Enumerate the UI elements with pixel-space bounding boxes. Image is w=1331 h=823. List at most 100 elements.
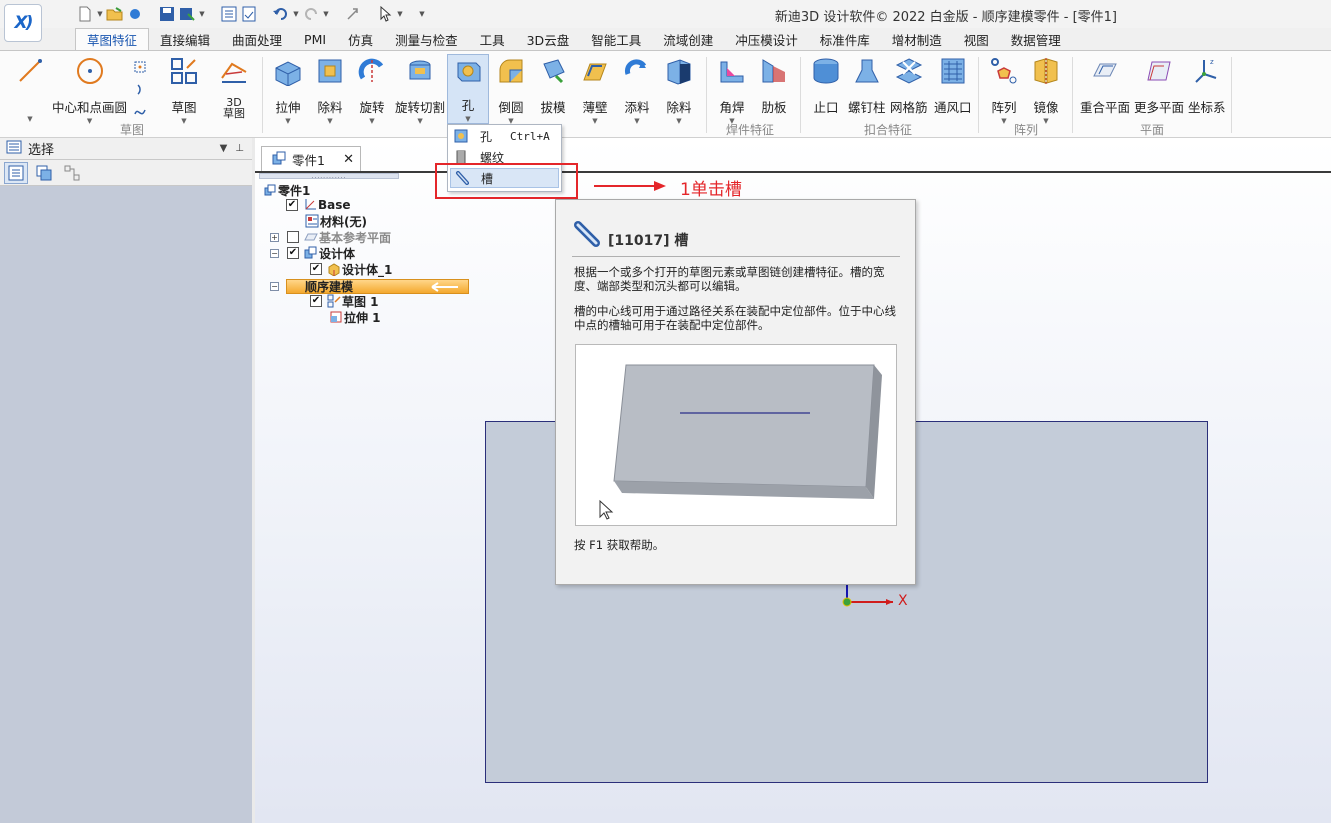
left-panel: 选择 ▼ ⊥: [0, 138, 252, 823]
options-icon[interactable]: [126, 5, 144, 23]
tab-direct-edit[interactable]: 直接编辑: [149, 28, 221, 50]
redo-dropdown[interactable]: ▼: [322, 5, 330, 23]
checkbox[interactable]: ✔: [310, 295, 322, 307]
fillet-weld-button[interactable]: 角焊 ▼: [716, 55, 748, 125]
hole-icon: [450, 129, 472, 143]
menu-item-hole[interactable]: 孔 Ctrl+A: [450, 126, 559, 146]
pattern-button[interactable]: 阵列 ▼: [988, 55, 1020, 125]
line-button[interactable]: ▼: [14, 55, 46, 123]
collapse-icon[interactable]: −: [270, 281, 279, 291]
draft-button[interactable]: 拔模: [537, 55, 569, 116]
tab-stamping-die[interactable]: 冲压模设计: [724, 28, 809, 50]
select-dropdown[interactable]: ▼: [396, 5, 404, 23]
3d-sketch-button[interactable]: 3D 草图: [218, 55, 250, 119]
window-title: 新迪3D 设计软件© 2022 白金版 - 顺序建模零件 - [零件1]: [774, 10, 1117, 25]
pin-icon[interactable]: ⊥: [235, 143, 244, 154]
tab-flow-create[interactable]: 流域创建: [652, 28, 724, 50]
tab-smart-tools[interactable]: 智能工具: [580, 28, 652, 50]
tab-inspect[interactable]: 测量与检查: [384, 28, 469, 50]
tree-label: 零件1: [278, 183, 311, 198]
vent-button[interactable]: 通风口: [934, 55, 972, 116]
tab-simulation[interactable]: 仿真: [337, 28, 384, 50]
tab-pmi[interactable]: PMI: [293, 28, 337, 50]
csys-button[interactable]: z 坐标系: [1188, 55, 1226, 116]
checkbox[interactable]: [287, 231, 299, 243]
curve-icon[interactable]: [132, 103, 148, 119]
tree-item-design-body-1[interactable]: ✔ 设计体_1: [310, 261, 392, 277]
close-icon[interactable]: ✕: [343, 152, 354, 167]
extrude-button[interactable]: 拉伸 ▼: [272, 55, 304, 125]
thin-wall-button[interactable]: 薄壁 ▼: [579, 55, 611, 125]
part-doc-icon: [272, 151, 286, 168]
panel-menu-icon[interactable]: ▼: [220, 143, 228, 154]
cut-button[interactable]: 除料 ▼: [314, 55, 346, 125]
feature-tree-icon[interactable]: [4, 161, 28, 184]
remove-button[interactable]: 除料 ▼: [663, 55, 695, 125]
coincident-plane-icon: [1089, 55, 1121, 87]
rib-button[interactable]: 肋板: [758, 55, 790, 116]
select-arrow-icon[interactable]: [376, 5, 394, 23]
tree-item-sequential[interactable]: − 顺序建模: [270, 278, 353, 294]
lip-button[interactable]: 止口: [810, 55, 842, 116]
tab-additive[interactable]: 增材制造: [881, 28, 953, 50]
arc-icon[interactable]: [132, 81, 148, 97]
tooltip-description: 根据一个或多个打开的草图元素或草图链创建槽特征。槽的宽度、端部类型和沉头都可以编…: [574, 265, 885, 293]
tab-sketch-features[interactable]: 草图特征: [75, 28, 150, 50]
splitter-handle[interactable]: ............: [259, 173, 399, 180]
round-icon: [495, 55, 527, 87]
tab-3d-cloud[interactable]: 3D云盘: [516, 28, 581, 50]
save-icon[interactable]: [158, 5, 176, 23]
tab-data-management[interactable]: 数据管理: [1000, 28, 1072, 50]
tree-item-extrude-1[interactable]: 拉伸 1: [328, 309, 381, 325]
layers-icon[interactable]: [32, 162, 56, 184]
checkbox[interactable]: ✔: [286, 199, 298, 211]
save-dropdown[interactable]: ▼: [198, 5, 206, 23]
customize-qat-icon[interactable]: ▼: [418, 5, 426, 23]
annotation-highlight-box: [435, 163, 578, 199]
tree-item-design-body[interactable]: − ✔ 设计体: [270, 245, 355, 261]
app-logo[interactable]: X): [4, 4, 42, 42]
relationship-icon[interactable]: [60, 162, 84, 184]
tree-item-ref-planes[interactable]: + 基本参考平面: [270, 229, 391, 245]
tab-tools[interactable]: 工具: [469, 28, 516, 50]
repeat-icon[interactable]: [344, 5, 362, 23]
mirror-icon: [1030, 55, 1062, 87]
undo-icon[interactable]: [272, 5, 290, 23]
sketch-button[interactable]: 草图 ▼: [168, 55, 200, 125]
revolve-cut-button[interactable]: 旋转切割 ▼: [395, 55, 445, 125]
slot-tooltip: [11017] 槽 根据一个或多个打开的草图元素或草图链创建槽特征。槽的宽度、端…: [555, 199, 916, 585]
undo-dropdown[interactable]: ▼: [292, 5, 300, 23]
new-icon[interactable]: [76, 5, 94, 23]
more-planes-button[interactable]: 更多平面: [1134, 55, 1184, 116]
round-button[interactable]: 倒圆 ▼: [495, 55, 527, 125]
checkbox[interactable]: ✔: [310, 263, 322, 275]
tree-item-sketch-1[interactable]: ✔ 草图 1: [310, 293, 379, 309]
save-as-icon[interactable]: [178, 5, 196, 23]
group-label-weld: 焊件特征: [726, 123, 775, 137]
add-button[interactable]: 添料 ▼: [621, 55, 653, 125]
tab-surfacing[interactable]: 曲面处理: [221, 28, 293, 50]
new-dropdown[interactable]: ▼: [96, 5, 104, 23]
tree-item-material[interactable]: 材料(无): [304, 213, 367, 229]
axis-triad: X: [840, 584, 920, 612]
tab-view[interactable]: 视图: [953, 28, 1000, 50]
checklist-icon[interactable]: [240, 5, 258, 23]
tab-standard-parts[interactable]: 标准件库: [809, 28, 881, 50]
document-tab[interactable]: 零件1 ✕: [261, 146, 361, 171]
redo-icon[interactable]: [302, 5, 320, 23]
open-icon[interactable]: [106, 5, 124, 23]
rectangle-icon[interactable]: [132, 59, 148, 75]
mirror-button[interactable]: 镜像 ▼: [1030, 55, 1062, 125]
center-circle-button[interactable]: 中心和点画圆 ▼: [52, 55, 127, 125]
expand-icon[interactable]: +: [270, 232, 279, 242]
tree-item-base[interactable]: ✔ Base: [286, 197, 351, 213]
coincident-plane-button[interactable]: 重合平面: [1080, 55, 1130, 116]
checkbox[interactable]: ✔: [287, 247, 299, 259]
boss-button[interactable]: 螺钉柱: [848, 55, 886, 116]
properties-icon[interactable]: [220, 5, 238, 23]
revolve-button[interactable]: 旋转 ▼: [356, 55, 388, 125]
tree-item-part[interactable]: 零件1: [262, 182, 310, 198]
grid-rib-button[interactable]: 网格筋: [890, 55, 928, 116]
hole-button[interactable]: 孔 ▼: [447, 54, 489, 124]
collapse-icon[interactable]: −: [270, 248, 279, 258]
